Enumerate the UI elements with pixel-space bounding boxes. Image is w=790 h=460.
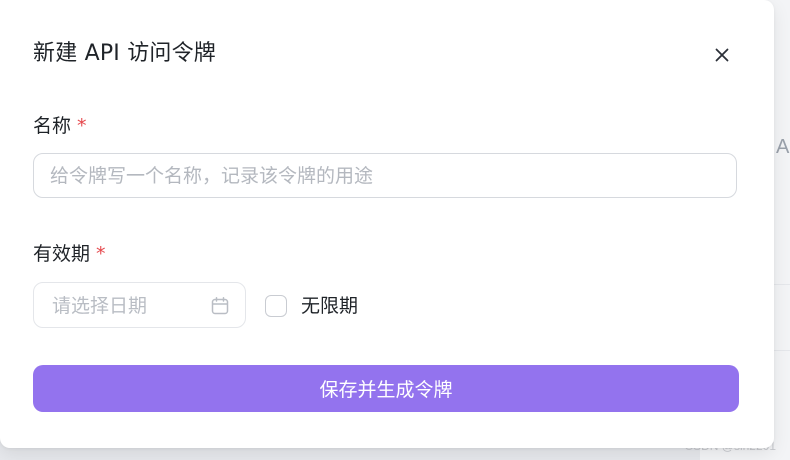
expiry-date-picker[interactable]: 请选择日期 [33,282,246,328]
close-icon [715,48,729,62]
expiry-label-text: 有效期 [33,243,91,265]
background-partial-text: A [776,136,790,158]
checkbox-box[interactable] [265,295,287,317]
expiry-field-label: 有效期 * [33,241,106,267]
no-limit-checkbox[interactable]: 无限期 [265,293,358,319]
required-mark: * [77,115,87,137]
create-api-token-dialog: 新建 API 访问令牌 名称* 有效期* 请选择日期 无限期 [0,0,774,448]
token-name-input[interactable] [33,153,737,198]
name-field-label: 名称 * [33,113,87,139]
save-and-generate-button[interactable]: 保存并生成令牌 [33,365,739,412]
date-placeholder: 请选择日期 [52,295,148,317]
required-mark: * [96,243,106,265]
no-limit-label: 无限期 [301,295,359,317]
calendar-icon [211,297,229,315]
page: A CSDN @sin2201 新建 API 访问令牌 名称* 有效期* 请选择… [0,0,790,460]
close-button[interactable] [709,42,735,68]
name-label-text: 名称 [33,115,72,137]
dialog-title: 新建 API 访问令牌 [33,41,216,66]
